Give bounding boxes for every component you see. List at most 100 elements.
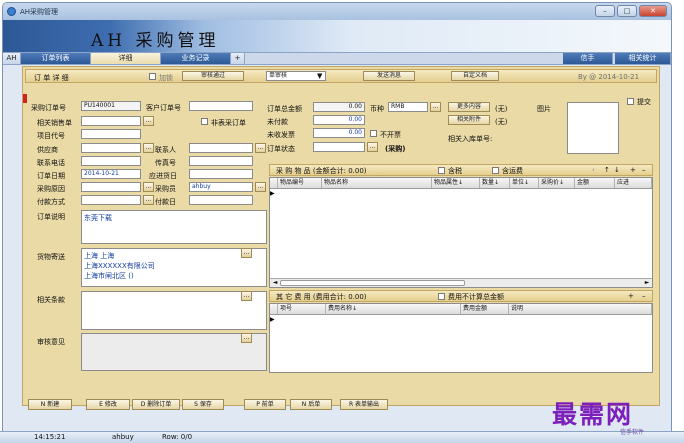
currency-lookup-button[interactable]: ... [430, 102, 441, 112]
fax-field[interactable] [189, 156, 253, 166]
tab-business-records[interactable]: 业务记录 [161, 53, 231, 64]
buyer-label: 采购员 [155, 185, 176, 193]
prev-order-button[interactable]: P 前单 [244, 399, 286, 410]
order-date-field[interactable]: 2014-10-21 [81, 169, 141, 179]
currency-field[interactable]: RMB [388, 102, 428, 112]
non-purchase-checkbox[interactable] [201, 118, 208, 125]
section-title: 订 单 详 细 [34, 74, 69, 82]
pay-date-field[interactable] [189, 195, 253, 205]
related-sales-field[interactable] [81, 116, 141, 126]
delivery-textarea[interactable]: 上海 上海 上海XXXXXX有限公司 上海市闸北区 () [81, 248, 267, 287]
opinion-lookup-button[interactable]: ... [241, 333, 252, 343]
status-user: ahbuy [112, 433, 134, 441]
pay-method-lookup-button[interactable]: ... [143, 195, 154, 205]
phone-field[interactable] [81, 156, 141, 166]
picture-box[interactable] [567, 102, 619, 154]
pay-method-field[interactable] [81, 195, 141, 205]
tab-order-list[interactable]: 订单列表 [21, 53, 91, 64]
no-invoice-checkbox[interactable] [370, 130, 377, 137]
contact-lookup-button[interactable]: ... [255, 143, 266, 153]
fees-col-note[interactable]: 说明 [509, 304, 652, 314]
items-col-code[interactable]: 物品编号 [278, 178, 322, 188]
next-order-button[interactable]: N 后单 [290, 399, 332, 410]
items-col-name[interactable]: 物品名称 [322, 178, 432, 188]
customer-order-no-field[interactable] [189, 101, 253, 111]
unpaid-field[interactable]: 0.00 [313, 115, 365, 125]
save-button[interactable]: S 保存 [182, 399, 224, 410]
remove-row-icon[interactable]: – [642, 165, 646, 175]
items-horizontal-scrollbar[interactable]: ◄ ► [270, 278, 652, 287]
scroll-thumb[interactable] [280, 280, 465, 286]
terms-lookup-button[interactable]: ... [241, 291, 252, 301]
reason-lookup-button[interactable]: ... [143, 182, 154, 192]
status-field[interactable] [313, 142, 365, 152]
reason-field[interactable] [81, 182, 141, 192]
reminder-checkbox[interactable] [627, 98, 634, 105]
fees-grid[interactable]: 项号 费用名称↓ 费用金额 说明 ▶ [269, 303, 653, 373]
order-header-bar: 订 单 详 细 加锁 审核通过 单审核 ▼ 发送消息 自定义档 By @ 201… [25, 69, 657, 83]
move-up-icon[interactable]: ↑ [604, 165, 610, 175]
fees-col-no[interactable]: 项号 [278, 304, 326, 314]
delivery-line-1: 上海 上海 [84, 252, 115, 260]
contact-field[interactable] [189, 143, 253, 153]
delivery-lookup-button[interactable]: ... [241, 248, 252, 258]
add-fee-icon[interactable]: + [628, 291, 634, 301]
opinion-textarea[interactable] [81, 333, 267, 371]
back-icon[interactable]: ‹ [592, 165, 595, 175]
supplier-field[interactable] [81, 143, 141, 153]
created-by-text: By @ 2014-10-21 [578, 73, 640, 81]
scroll-right-icon[interactable]: ► [643, 279, 651, 287]
close-button[interactable]: ✕ [639, 5, 667, 17]
fees-col-amount[interactable]: 费用金额 [461, 304, 509, 314]
terms-textarea[interactable] [81, 291, 267, 330]
exclude-fees-checkbox[interactable] [438, 293, 445, 300]
lock-checkbox[interactable] [149, 73, 156, 80]
edit-button[interactable]: E 修改 [86, 399, 130, 410]
fees-col-name[interactable]: 费用名称↓ [326, 304, 461, 314]
maximize-button[interactable]: □ [617, 5, 637, 17]
note-textarea[interactable]: 东莞下载 [81, 210, 267, 244]
due-date-field[interactable] [189, 169, 253, 179]
uninvoiced-field[interactable]: 0.00 [313, 128, 365, 138]
review-pass-button[interactable]: 审核通过 [182, 71, 244, 81]
tab-detail[interactable]: 详细 [91, 53, 161, 64]
reason-label: 采购原因 [37, 185, 65, 193]
due-date-label: 应进货日 [149, 172, 177, 180]
tab-home[interactable]: AH [3, 53, 21, 64]
exclude-fees-label: 费用不计算总金额 [448, 293, 504, 301]
tab-statistics[interactable]: 相关统计 [615, 53, 671, 64]
items-col-price[interactable]: 采购价↓ [539, 178, 575, 188]
new-button[interactable]: N 新建 [28, 399, 72, 410]
project-code-field[interactable] [81, 129, 141, 139]
buyer-field[interactable]: ahbuy [189, 182, 253, 192]
add-row-icon[interactable]: + [630, 165, 636, 175]
items-col-amount[interactable]: 金额 [575, 178, 615, 188]
related-sales-lookup-button[interactable]: ... [143, 116, 154, 126]
freight-checkbox[interactable] [492, 167, 499, 174]
items-col-unit[interactable]: 单位↓ [510, 178, 539, 188]
custom-doc-button[interactable]: 自定义档 [451, 71, 499, 81]
form-output-button[interactable]: R 表单输出 [340, 399, 388, 410]
tab-add[interactable]: + [231, 53, 245, 64]
total-field[interactable]: 0.00 [313, 102, 365, 112]
supplier-lookup-button[interactable]: ... [143, 143, 154, 153]
delete-order-button[interactable]: D 删除订单 [132, 399, 180, 410]
move-down-icon[interactable]: ↓ [614, 165, 620, 175]
order-no-field[interactable]: PU140001 [81, 101, 141, 111]
attachment-button[interactable]: 相关附件 [448, 115, 490, 125]
pay-date-label: 付款日 [155, 198, 176, 206]
send-message-button[interactable]: 发送消息 [363, 71, 415, 81]
items-col-attr[interactable]: 物品属性↓ [432, 178, 480, 188]
items-col-qty[interactable]: 数量↓ [480, 178, 510, 188]
items-col-due[interactable]: 应进 [615, 178, 652, 188]
window-title: AH采购管理 [20, 7, 59, 16]
buyer-lookup-button[interactable]: ... [255, 182, 266, 192]
tax-checkbox[interactable] [438, 167, 445, 174]
tab-xinshou[interactable]: 信手 [563, 53, 613, 64]
items-grid[interactable]: 物品编号 物品名称 物品属性↓ 数量↓ 单位↓ 采购价↓ 金额 应进 ▶ ◄ ► [269, 177, 653, 288]
status-lookup-button[interactable]: ... [367, 142, 378, 152]
remove-fee-icon[interactable]: – [642, 291, 646, 301]
more-content-button[interactable]: 更多内容 [448, 102, 490, 112]
minimize-button[interactable]: – [595, 5, 615, 17]
scroll-left-icon[interactable]: ◄ [271, 279, 279, 287]
